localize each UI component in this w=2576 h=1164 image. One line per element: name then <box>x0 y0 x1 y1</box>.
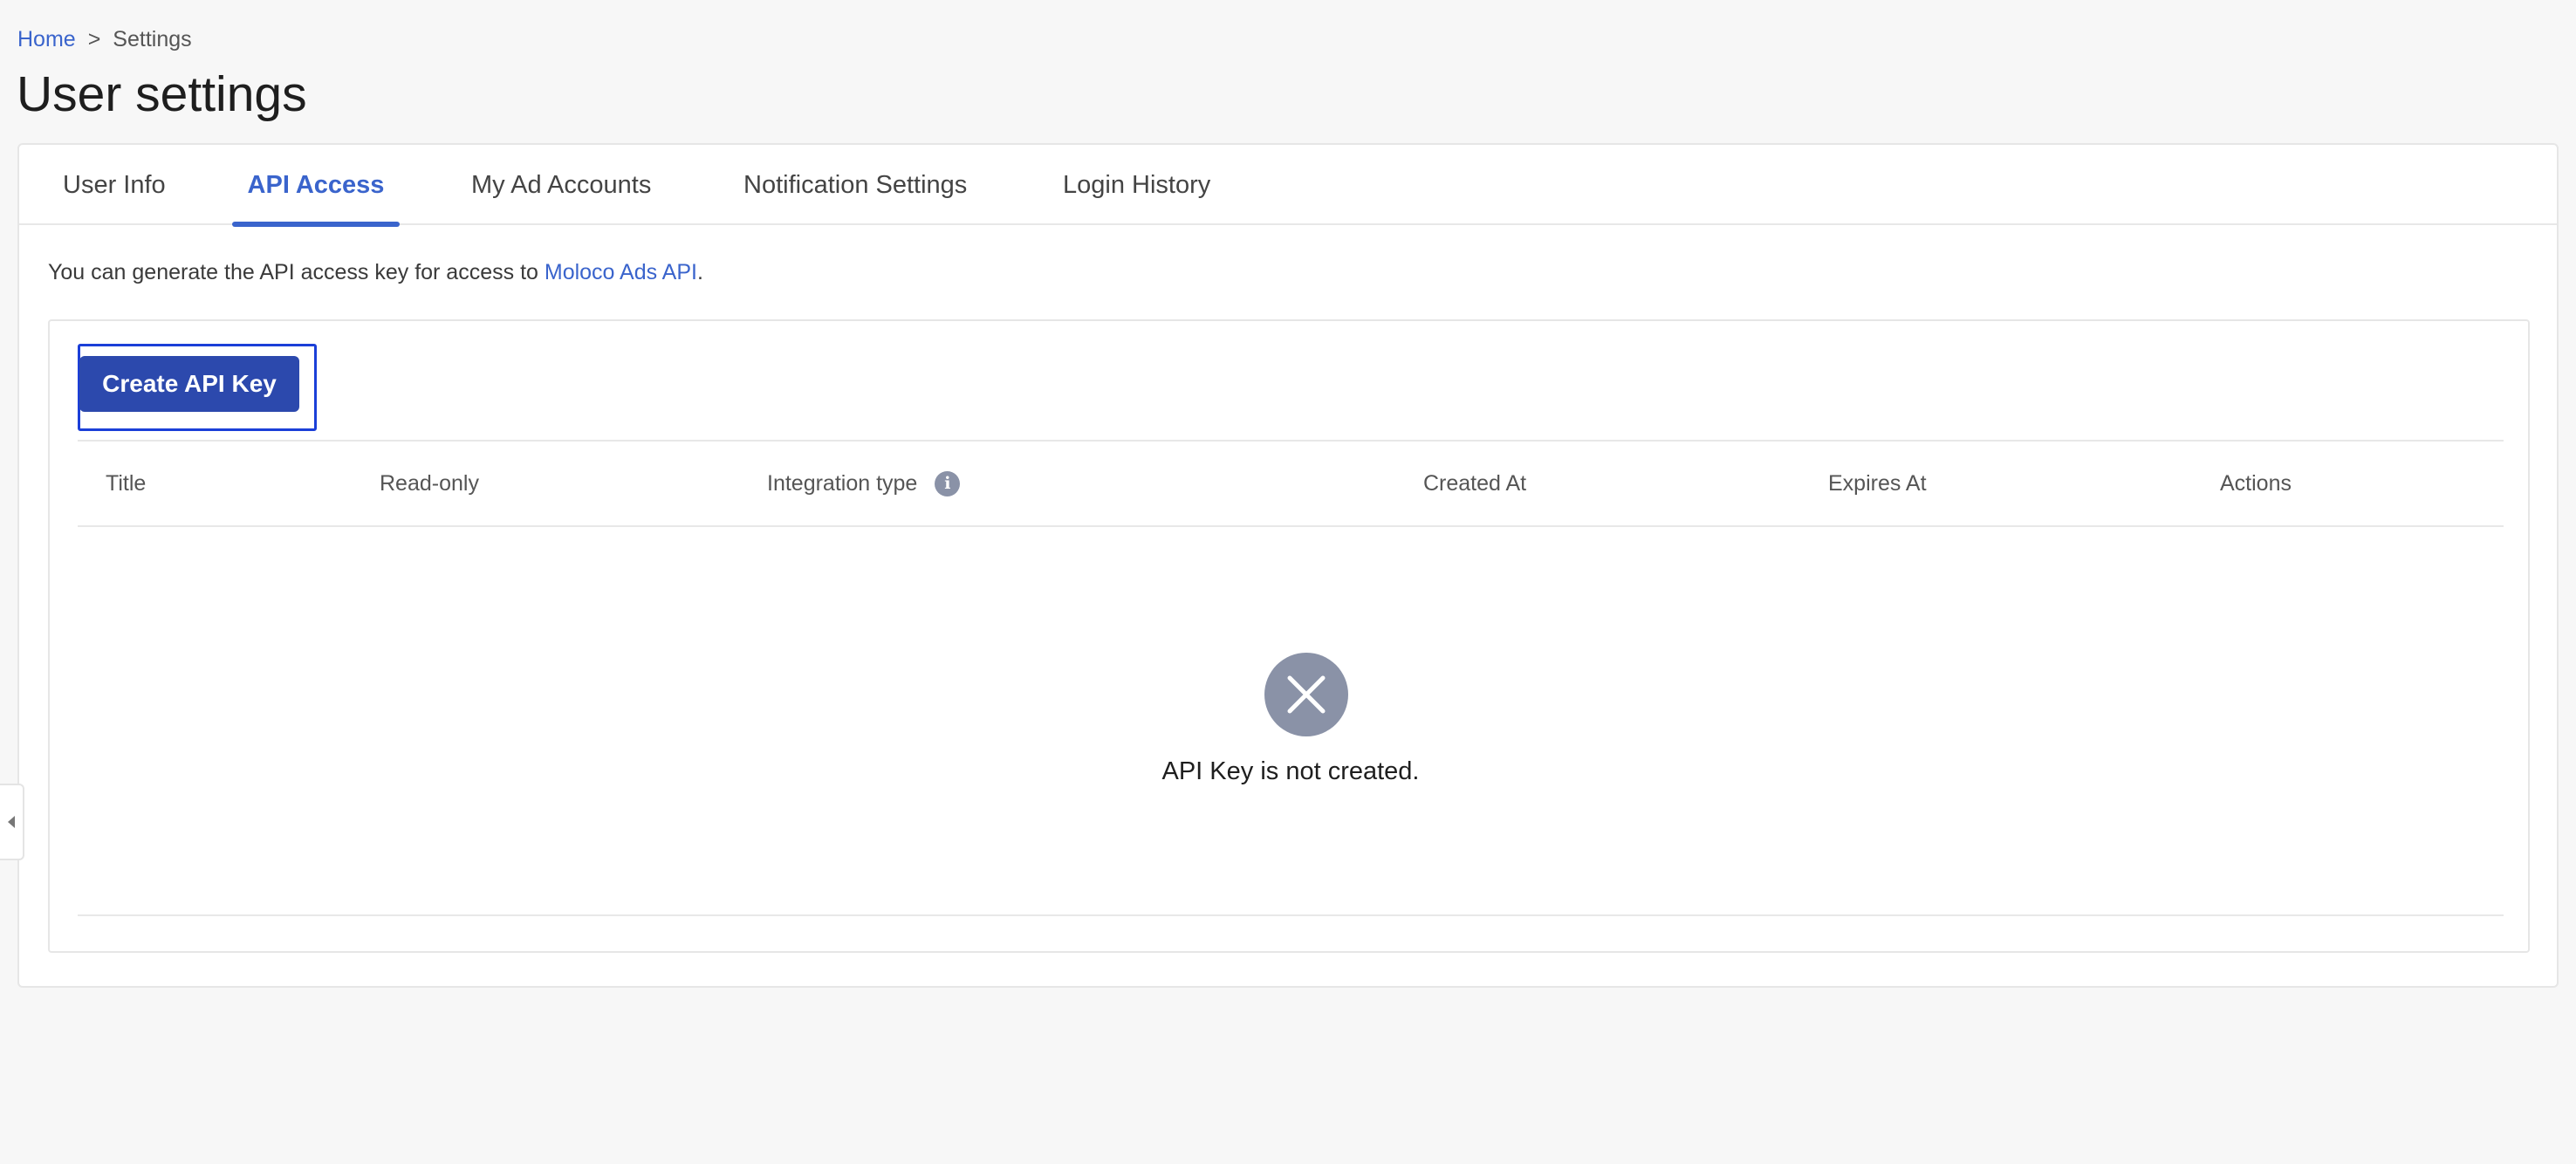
tab-my-ad-accounts[interactable]: My Ad Accounts <box>471 145 651 225</box>
column-header-actions: Actions <box>2220 442 2292 525</box>
column-actions-label: Actions <box>2220 471 2292 496</box>
column-title-label: Title <box>106 471 147 496</box>
tab-notification-settings[interactable]: Notification Settings <box>743 145 967 225</box>
info-icon[interactable]: i <box>935 470 961 496</box>
create-api-key-button[interactable]: Create API Key <box>79 356 299 412</box>
close-icon <box>1287 675 1326 714</box>
chevron-left-icon <box>8 816 15 828</box>
breadcrumb-current: Settings <box>113 27 192 51</box>
column-expires-at-label: Expires At <box>1828 471 1927 496</box>
settings-card: User Info API Access My Ad Accounts Noti… <box>17 143 2559 988</box>
breadcrumb-separator: > <box>87 27 101 51</box>
column-header-title: Title <box>106 442 146 525</box>
breadcrumb: Home > Settings <box>17 24 192 54</box>
page-title: User settings <box>17 66 307 122</box>
breadcrumb-home-link[interactable]: Home <box>17 24 76 54</box>
tab-api-access[interactable]: API Access <box>232 145 400 227</box>
column-integration-type-label: Integration type <box>767 471 918 496</box>
column-created-at-label: Created At <box>1423 471 1527 496</box>
sidebar-toggle[interactable] <box>0 784 24 860</box>
column-header-created-at: Created At <box>1423 442 1526 525</box>
tab-login-history[interactable]: Login History <box>1063 145 1210 225</box>
empty-state: API Key is not created. <box>78 527 2504 916</box>
empty-state-message: API Key is not created. <box>1161 757 1420 785</box>
tab-bar: User Info API Access My Ad Accounts Noti… <box>19 145 2557 227</box>
api-access-description: You can generate the API access key for … <box>48 257 703 287</box>
api-keys-panel: Create API Key Title Read-only Integrati… <box>48 319 2530 953</box>
column-read-only-label: Read-only <box>380 471 479 496</box>
column-header-expires-at: Expires At <box>1828 442 1927 525</box>
description-text: You can generate the API access key for … <box>48 260 545 284</box>
tab-user-info[interactable]: User Info <box>63 145 166 225</box>
column-header-read-only: Read-only <box>380 442 479 525</box>
api-keys-table-header: Title Read-only Integration type i Creat… <box>78 440 2504 527</box>
close-circle-icon <box>1264 653 1348 736</box>
column-header-integration-type: Integration type i <box>767 442 961 525</box>
description-suffix: . <box>696 260 703 284</box>
moloco-ads-api-link[interactable]: Moloco Ads API <box>545 260 697 284</box>
page: Home > Settings User settings User Info … <box>0 0 2576 1164</box>
